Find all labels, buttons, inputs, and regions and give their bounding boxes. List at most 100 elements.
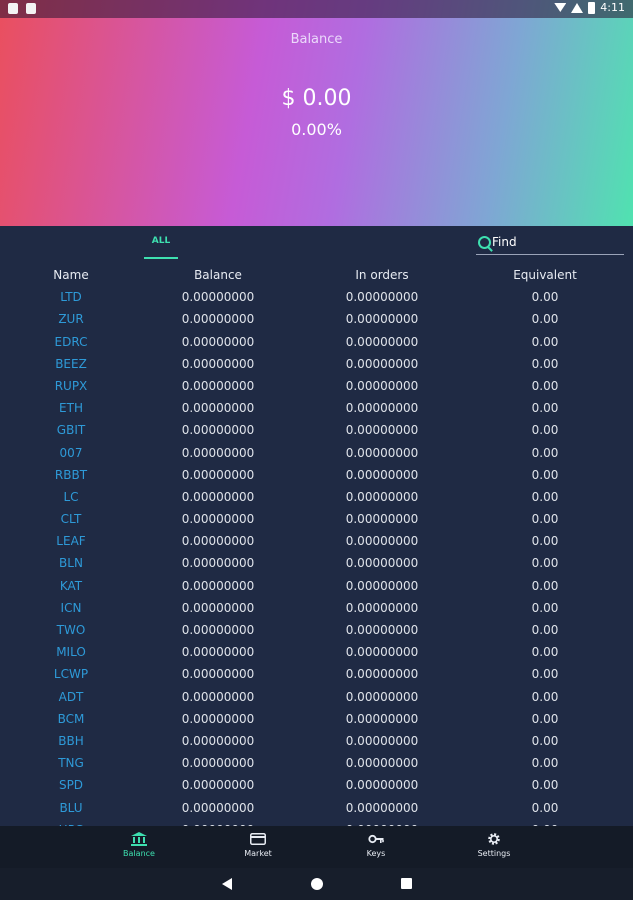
coin-in-orders: 0.00000000 bbox=[345, 689, 419, 704]
coin-name[interactable]: ZUR bbox=[1, 308, 141, 330]
balance-table: Name Balance In orders Equivalent LTD 0.0… bbox=[0, 264, 633, 841]
table-row[interactable]: LTD 0.00000000 0.00000000 0.00 bbox=[0, 286, 633, 308]
table-row[interactable]: BBH 0.00000000 0.00000000 0.00 bbox=[0, 730, 633, 752]
coin-balance: 0.00000000 bbox=[181, 534, 255, 549]
coin-name[interactable]: RBBT bbox=[1, 464, 141, 486]
table-row[interactable]: BCM 0.00000000 0.00000000 0.00 bbox=[0, 708, 633, 730]
nav-keys-label: Keys bbox=[366, 849, 386, 858]
coin-name[interactable]: CLT bbox=[1, 508, 141, 530]
coin-equivalent: 0.00 bbox=[531, 512, 559, 527]
table-header: Name Balance In orders Equivalent bbox=[0, 264, 633, 286]
coin-name[interactable]: BLN bbox=[1, 552, 141, 574]
coin-equivalent: 0.00 bbox=[531, 378, 559, 393]
battery-icon bbox=[588, 1, 596, 14]
coin-balance: 0.00000000 bbox=[181, 512, 255, 527]
back-icon[interactable] bbox=[222, 878, 232, 890]
coin-in-orders: 0.00000000 bbox=[345, 489, 419, 504]
coin-balance: 0.00000000 bbox=[181, 334, 255, 349]
table-row[interactable]: BLN 0.00000000 0.00000000 0.00 bbox=[0, 552, 633, 574]
coin-balance: 0.00000000 bbox=[181, 467, 255, 482]
nav-market-label: Market bbox=[244, 849, 272, 858]
home-icon[interactable] bbox=[311, 878, 323, 890]
key-icon bbox=[368, 834, 384, 844]
nav-settings[interactable]: Settings bbox=[464, 832, 524, 858]
coin-name[interactable]: ETH bbox=[1, 397, 141, 419]
notification-icon bbox=[8, 3, 18, 14]
nav-balance[interactable]: Balance bbox=[109, 832, 169, 858]
coin-name[interactable]: RUPX bbox=[1, 375, 141, 397]
coin-name[interactable]: ADT bbox=[1, 686, 141, 708]
coin-name[interactable]: LC bbox=[1, 486, 141, 508]
coin-name[interactable]: TWO bbox=[1, 619, 141, 641]
table-row[interactable]: SPD 0.00000000 0.00000000 0.00 bbox=[0, 774, 633, 796]
coin-equivalent: 0.00 bbox=[531, 356, 559, 371]
coin-equivalent: 0.00 bbox=[531, 778, 559, 793]
column-header-in-orders[interactable]: In orders bbox=[312, 264, 452, 286]
coin-equivalent: 0.00 bbox=[531, 467, 559, 482]
column-header-balance[interactable]: Balance bbox=[148, 264, 288, 286]
search-input[interactable]: Find bbox=[476, 234, 624, 255]
table-row[interactable]: RUPX 0.00000000 0.00000000 0.00 bbox=[0, 375, 633, 397]
coin-name[interactable]: 007 bbox=[1, 442, 141, 464]
coin-in-orders: 0.00000000 bbox=[345, 711, 419, 726]
coin-name[interactable]: ICN bbox=[1, 597, 141, 619]
coin-in-orders: 0.00000000 bbox=[345, 401, 419, 416]
table-row[interactable]: ADT 0.00000000 0.00000000 0.00 bbox=[0, 686, 633, 708]
table-row[interactable]: EDRC 0.00000000 0.00000000 0.00 bbox=[0, 331, 633, 353]
search-icon bbox=[478, 236, 491, 249]
coin-name[interactable]: EDRC bbox=[1, 331, 141, 353]
table-row[interactable]: TWO 0.00000000 0.00000000 0.00 bbox=[0, 619, 633, 641]
coin-balance: 0.00000000 bbox=[181, 733, 255, 748]
coin-name[interactable]: TNG bbox=[1, 752, 141, 774]
table-row[interactable]: 007 0.00000000 0.00000000 0.00 bbox=[0, 442, 633, 464]
coin-name[interactable]: LCWP bbox=[1, 663, 141, 685]
table-row[interactable]: LC 0.00000000 0.00000000 0.00 bbox=[0, 486, 633, 508]
coin-name[interactable]: BLU bbox=[1, 797, 141, 819]
coin-in-orders: 0.00000000 bbox=[345, 733, 419, 748]
coin-balance: 0.00000000 bbox=[181, 445, 255, 460]
coin-in-orders: 0.00000000 bbox=[345, 756, 419, 771]
coin-name[interactable]: GBIT bbox=[1, 419, 141, 441]
coin-balance: 0.00000000 bbox=[181, 356, 255, 371]
table-row[interactable]: RBBT 0.00000000 0.00000000 0.00 bbox=[0, 464, 633, 486]
table-row[interactable]: CLT 0.00000000 0.00000000 0.00 bbox=[0, 508, 633, 530]
table-row[interactable]: TNG 0.00000000 0.00000000 0.00 bbox=[0, 752, 633, 774]
coin-name[interactable]: BCM bbox=[1, 708, 141, 730]
coin-name[interactable]: BEEZ bbox=[1, 353, 141, 375]
column-header-equivalent[interactable]: Equivalent bbox=[475, 264, 615, 286]
coin-in-orders: 0.00000000 bbox=[345, 334, 419, 349]
nav-keys[interactable]: Keys bbox=[346, 832, 406, 858]
table-row[interactable]: BEEZ 0.00000000 0.00000000 0.00 bbox=[0, 353, 633, 375]
table-row[interactable]: BLU 0.00000000 0.00000000 0.00 bbox=[0, 797, 633, 819]
recent-apps-icon[interactable] bbox=[401, 878, 412, 889]
table-row[interactable]: ZUR 0.00000000 0.00000000 0.00 bbox=[0, 308, 633, 330]
table-row[interactable]: ICN 0.00000000 0.00000000 0.00 bbox=[0, 597, 633, 619]
table-row[interactable]: LCWP 0.00000000 0.00000000 0.00 bbox=[0, 663, 633, 685]
coin-balance: 0.00000000 bbox=[181, 778, 255, 793]
coin-name[interactable]: LTD bbox=[1, 286, 141, 308]
table-row[interactable]: MILO 0.00000000 0.00000000 0.00 bbox=[0, 641, 633, 663]
coin-name[interactable]: SPD bbox=[1, 774, 141, 796]
coin-name[interactable]: LEAF bbox=[1, 530, 141, 552]
bank-icon bbox=[131, 832, 147, 846]
tab-all[interactable]: ALL bbox=[144, 236, 178, 246]
coin-balance: 0.00000000 bbox=[181, 312, 255, 327]
coin-name[interactable]: KAT bbox=[1, 575, 141, 597]
table-row[interactable]: KAT 0.00000000 0.00000000 0.00 bbox=[0, 575, 633, 597]
coin-in-orders: 0.00000000 bbox=[345, 778, 419, 793]
table-row[interactable]: GBIT 0.00000000 0.00000000 0.00 bbox=[0, 419, 633, 441]
coin-name[interactable]: MILO bbox=[1, 641, 141, 663]
nav-market[interactable]: Market bbox=[228, 832, 288, 858]
coin-in-orders: 0.00000000 bbox=[345, 600, 419, 615]
coin-in-orders: 0.00000000 bbox=[345, 556, 419, 571]
coin-balance: 0.00000000 bbox=[181, 378, 255, 393]
table-row[interactable]: ETH 0.00000000 0.00000000 0.00 bbox=[0, 397, 633, 419]
coin-name[interactable]: BBH bbox=[1, 730, 141, 752]
coin-in-orders: 0.00000000 bbox=[345, 800, 419, 815]
coin-equivalent: 0.00 bbox=[531, 645, 559, 660]
coin-equivalent: 0.00 bbox=[531, 445, 559, 460]
column-header-name[interactable]: Name bbox=[1, 264, 141, 286]
table-row[interactable]: LEAF 0.00000000 0.00000000 0.00 bbox=[0, 530, 633, 552]
coin-in-orders: 0.00000000 bbox=[345, 445, 419, 460]
balance-amount: $ 0.00 bbox=[281, 86, 352, 111]
